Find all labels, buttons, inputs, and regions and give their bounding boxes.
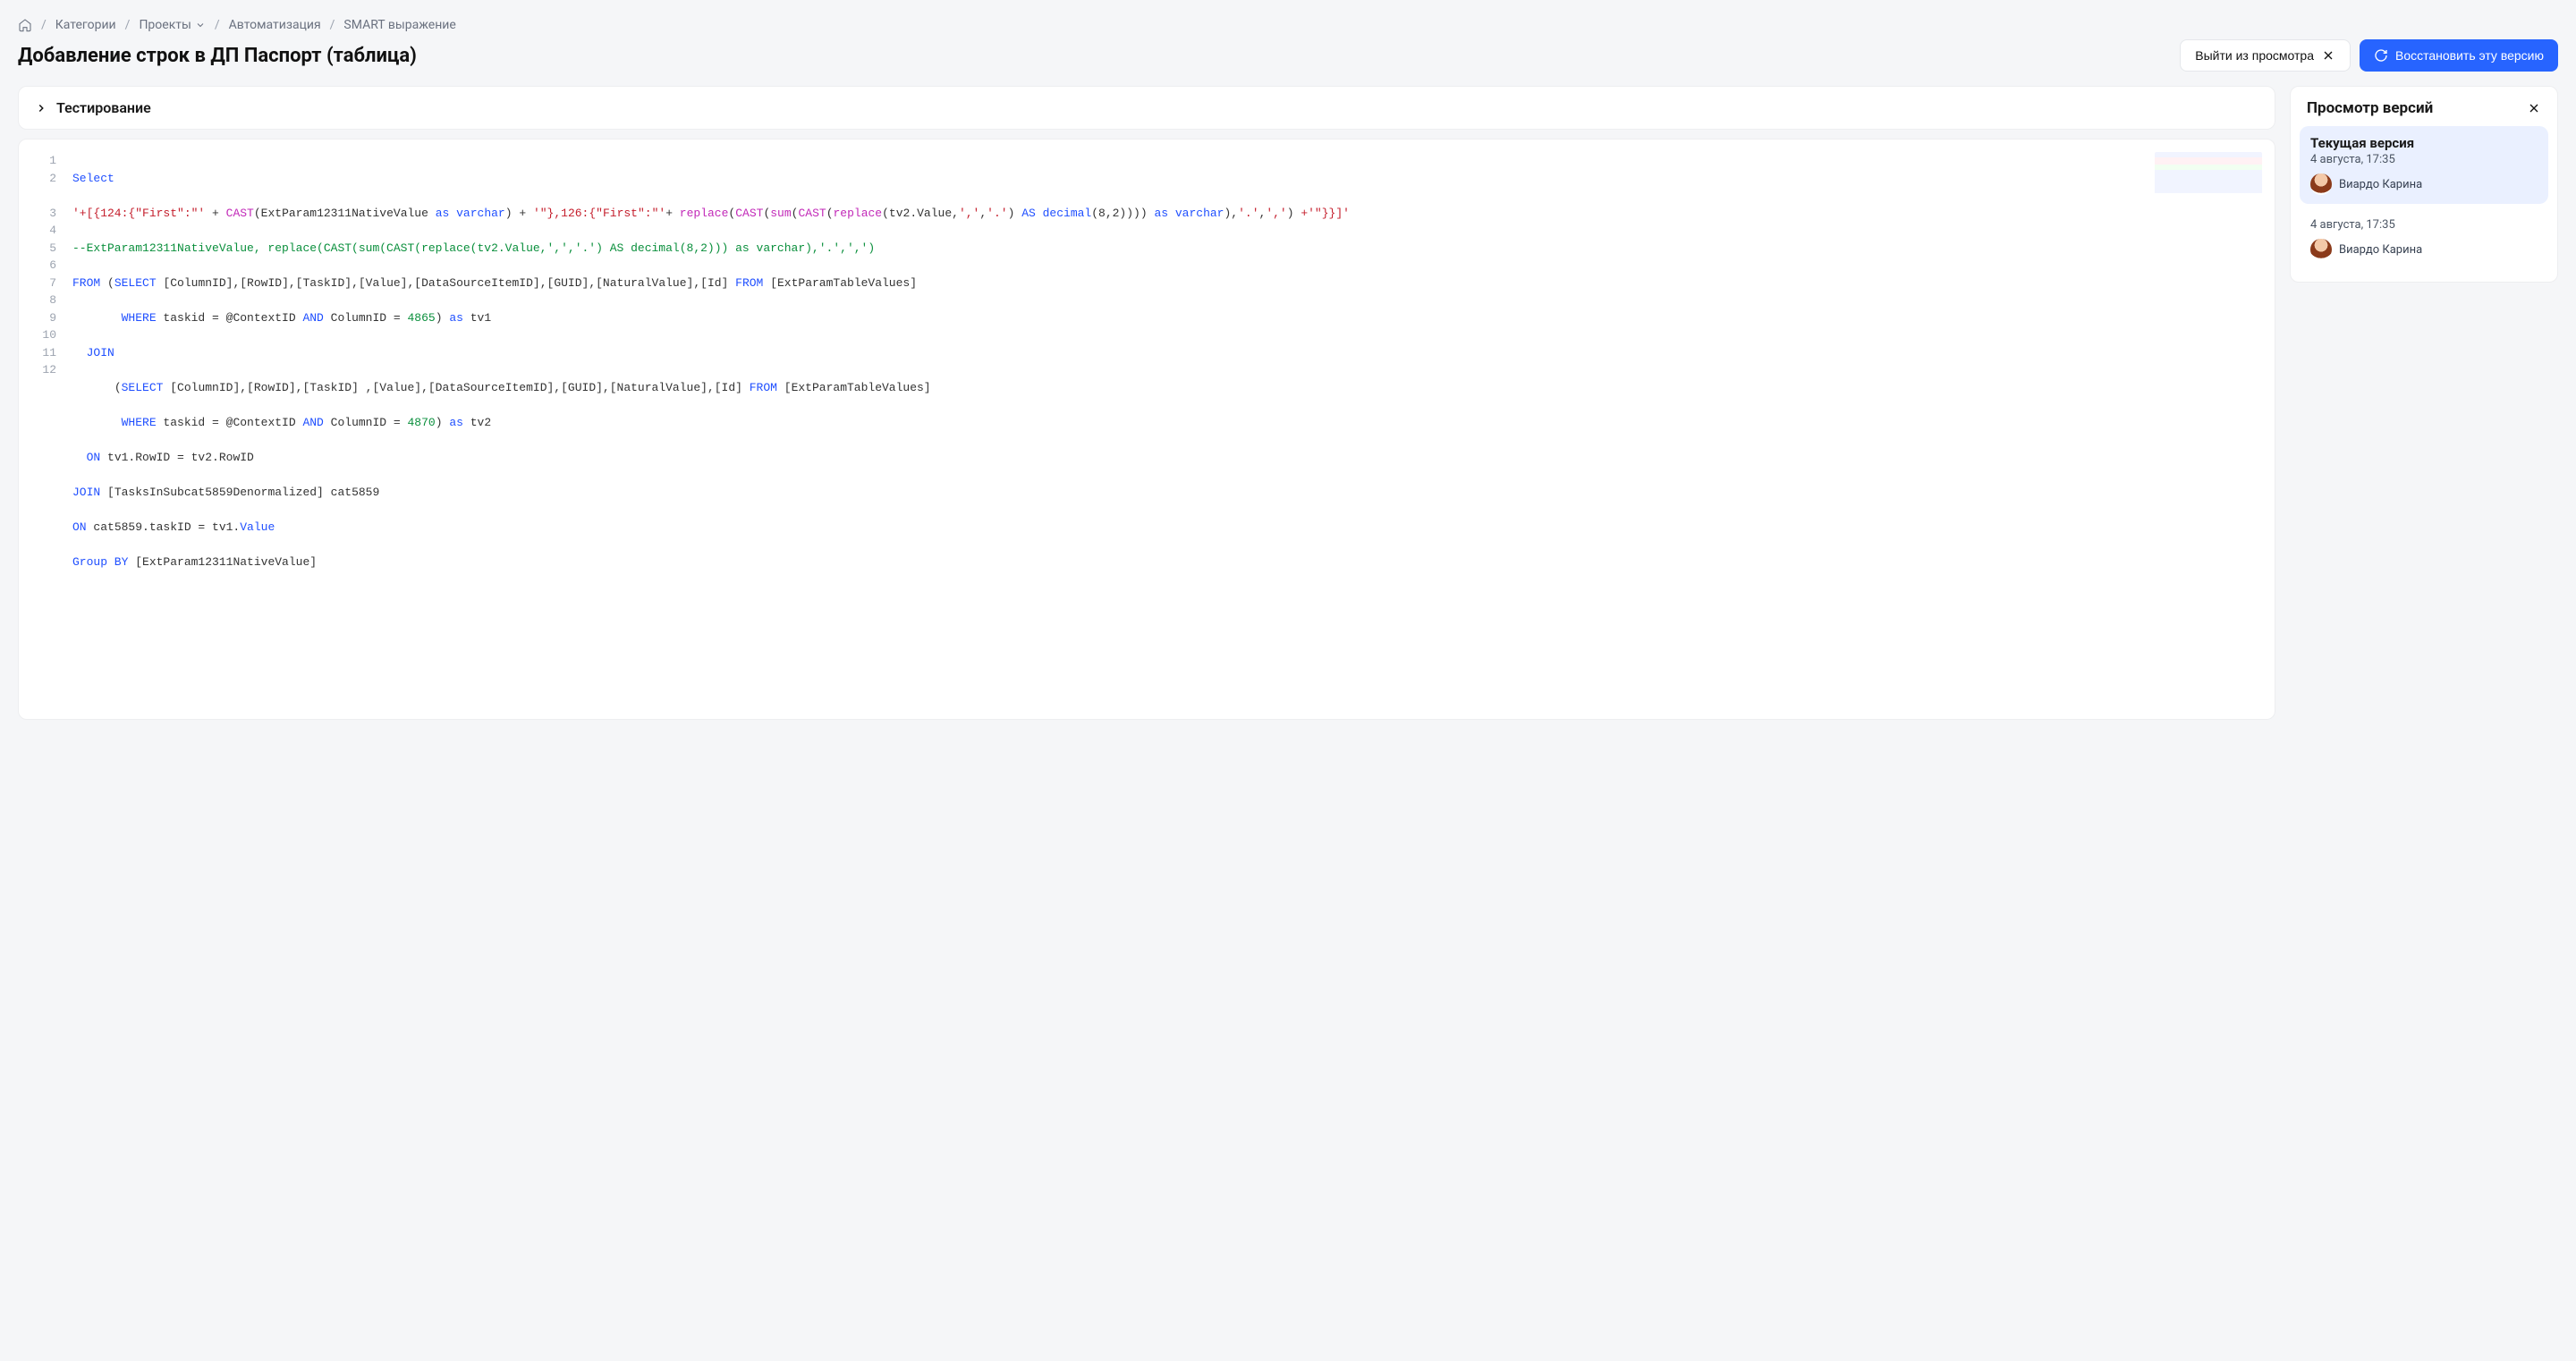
- close-icon[interactable]: [2527, 101, 2541, 115]
- breadcrumb-smart[interactable]: SMART выражение: [343, 18, 455, 32]
- avatar: [2310, 173, 2332, 195]
- version-user: Виардо Карина: [2310, 173, 2538, 195]
- line-gutter: 123456789101112: [19, 152, 72, 605]
- chevron-down-icon: [195, 20, 206, 30]
- version-item[interactable]: 4 августа, 17:35 Виардо Карина: [2300, 209, 2548, 269]
- breadcrumb: / Категории / Проекты / Автоматизация / …: [18, 18, 2558, 32]
- close-icon: [2321, 48, 2335, 63]
- code-area[interactable]: Select '+[{124:{"First":"' + CAST(ExtPar…: [72, 152, 2275, 605]
- breadcrumb-sep: /: [125, 18, 131, 32]
- version-item[interactable]: Текущая версия 4 августа, 17:35 Виардо Кар…: [2300, 126, 2548, 204]
- restore-label: Восстановить эту версию: [2395, 48, 2544, 63]
- breadcrumb-sep: /: [41, 18, 47, 32]
- version-title: Текущая версия: [2310, 135, 2538, 151]
- chevron-right-icon: [35, 102, 47, 114]
- exit-view-label: Выйти из просмотра: [2195, 48, 2314, 63]
- breadcrumb-home[interactable]: [18, 18, 32, 32]
- title-actions: Выйти из просмотра Восстановить эту верс…: [2180, 39, 2558, 72]
- version-date: 4 августа, 17:35: [2310, 153, 2538, 166]
- avatar: [2310, 239, 2332, 260]
- breadcrumb-projects-label: Проекты: [139, 18, 191, 32]
- testing-panel: Тестирование: [18, 86, 2275, 130]
- testing-collapse-toggle[interactable]: Тестирование: [19, 87, 2275, 129]
- breadcrumb-automation[interactable]: Автоматизация: [229, 18, 321, 32]
- testing-title: Тестирование: [56, 99, 151, 116]
- page-title: Добавление строк в ДП Паспорт (таблица): [18, 45, 417, 67]
- breadcrumb-sep: /: [215, 18, 220, 32]
- breadcrumb-sep: /: [330, 18, 335, 32]
- versions-title: Просмотр версий: [2307, 99, 2433, 117]
- code-editor[interactable]: 123456789101112 Select '+[{124:{"First":…: [18, 139, 2275, 720]
- breadcrumb-categories[interactable]: Категории: [55, 18, 116, 32]
- version-user: Виардо Карина: [2310, 239, 2538, 260]
- code-minimap[interactable]: [2155, 152, 2262, 197]
- breadcrumb-projects[interactable]: Проекты: [139, 18, 205, 32]
- exit-view-button[interactable]: Выйти из просмотра: [2180, 39, 2351, 72]
- versions-panel: Просмотр версий Текущая версия 4 августа,…: [2290, 86, 2558, 283]
- home-icon: [18, 18, 32, 32]
- refresh-icon: [2374, 48, 2388, 63]
- restore-version-button[interactable]: Восстановить эту версию: [2360, 39, 2558, 72]
- version-date: 4 августа, 17:35: [2310, 218, 2538, 232]
